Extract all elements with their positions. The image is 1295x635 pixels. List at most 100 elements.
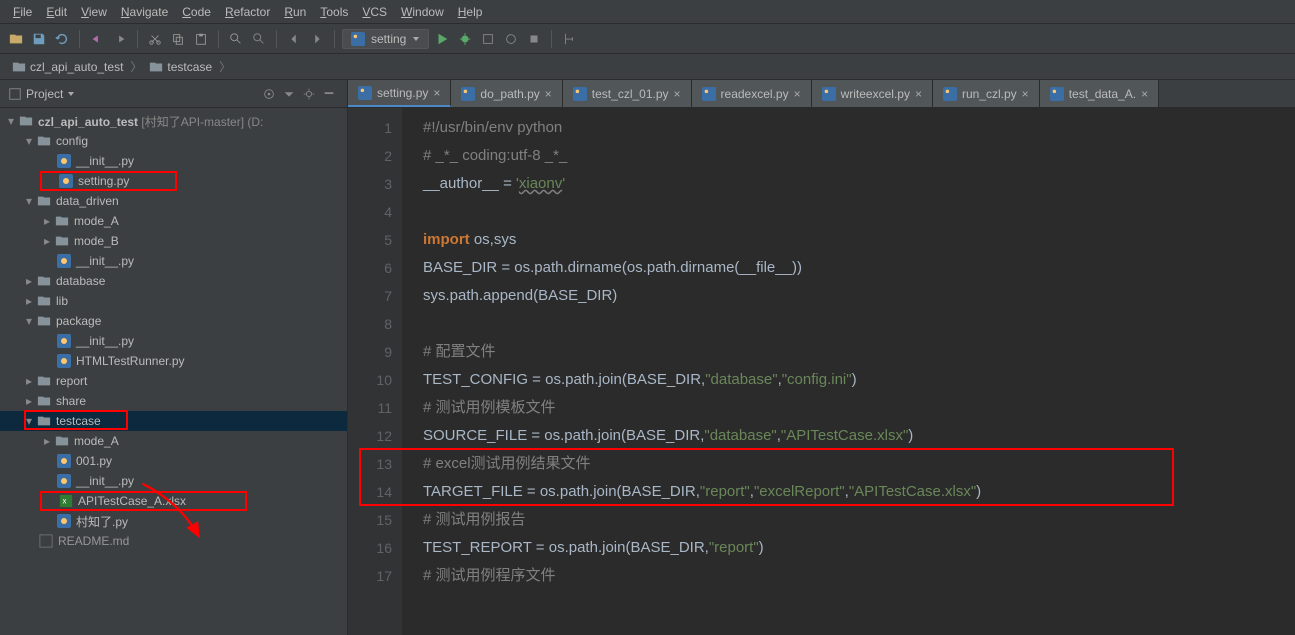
line-number[interactable]: 14 — [354, 478, 392, 506]
vcs-icon[interactable] — [559, 29, 579, 49]
tab-run_czl-py[interactable]: run_czl.py× — [933, 80, 1040, 107]
tab-setting-py[interactable]: setting.py× — [348, 80, 451, 107]
run-config-dropdown[interactable]: setting — [342, 29, 429, 49]
sidebar-title[interactable]: Project — [8, 87, 259, 101]
code-content[interactable]: #!/usr/bin/env python # _*_ coding:utf-8… — [403, 108, 1295, 635]
menu-refactor[interactable]: Refactor — [218, 2, 277, 21]
tab-test_data_A-[interactable]: test_data_A.× — [1040, 80, 1159, 107]
refresh-icon[interactable] — [52, 29, 72, 49]
close-icon[interactable]: × — [794, 87, 801, 101]
line-number[interactable]: 16 — [354, 534, 392, 562]
tree-folder-share[interactable]: ▸share — [0, 391, 347, 411]
collapse-icon[interactable] — [279, 84, 299, 104]
line-number[interactable]: 8 — [354, 310, 392, 338]
autoscroll-icon[interactable] — [259, 84, 279, 104]
line-number[interactable]: 12 — [354, 422, 392, 450]
close-icon[interactable]: × — [1141, 87, 1148, 101]
line-number[interactable]: 6 — [354, 254, 392, 282]
line-number[interactable]: 17 — [354, 562, 392, 590]
menu-vcs[interactable]: VCS — [355, 2, 394, 21]
tree-file-runner[interactable]: HTMLTestRunner.py — [0, 351, 347, 371]
arrow-right-icon: ▸ — [42, 216, 52, 226]
line-number[interactable]: 5 — [354, 226, 392, 254]
menu-window[interactable]: Window — [394, 2, 451, 21]
menu-run[interactable]: Run — [277, 2, 313, 21]
close-icon[interactable]: × — [545, 87, 552, 101]
close-icon[interactable]: × — [915, 87, 922, 101]
line-number[interactable]: 11 — [354, 394, 392, 422]
tree-file-001[interactable]: 001.py — [0, 451, 347, 471]
breadcrumb-item[interactable]: testcase — [143, 58, 218, 76]
folder-icon — [36, 313, 52, 329]
save-icon[interactable] — [29, 29, 49, 49]
line-number[interactable]: 9 — [354, 338, 392, 366]
menu-tools[interactable]: Tools — [313, 2, 355, 21]
tree-folder-database[interactable]: ▸database — [0, 271, 347, 291]
close-icon[interactable]: × — [1022, 87, 1029, 101]
tree-file-init[interactable]: __init__.py — [0, 331, 347, 351]
tree-folder-testcase[interactable]: ▾testcase — [0, 411, 347, 431]
arrow-right-icon: ▸ — [24, 396, 34, 406]
hide-icon[interactable] — [319, 84, 339, 104]
open-icon[interactable] — [6, 29, 26, 49]
python-icon — [56, 513, 72, 529]
line-number[interactable]: 4 — [354, 198, 392, 226]
redo-icon[interactable] — [110, 29, 130, 49]
breadcrumb-root[interactable]: czl_api_auto_test — [6, 58, 129, 76]
python-icon — [1050, 87, 1064, 101]
profile-icon[interactable] — [501, 29, 521, 49]
undo-icon[interactable] — [87, 29, 107, 49]
settings-icon[interactable] — [299, 84, 319, 104]
run-icon[interactable] — [432, 29, 452, 49]
tab-do_path-py[interactable]: do_path.py× — [451, 80, 562, 107]
project-tree[interactable]: ▾czl_api_auto_test [村知了API-master] (D: ▾… — [0, 108, 347, 554]
close-icon[interactable]: × — [674, 87, 681, 101]
tab-test_czl_01-py[interactable]: test_czl_01.py× — [563, 80, 692, 107]
menu-help[interactable]: Help — [451, 2, 490, 21]
debug-icon[interactable] — [455, 29, 475, 49]
line-number[interactable]: 13 — [354, 450, 392, 478]
tree-folder-tc-mode-a[interactable]: ▸mode_A — [0, 431, 347, 451]
tree-file-init[interactable]: __init__.py — [0, 251, 347, 271]
menu-code[interactable]: Code — [175, 2, 218, 21]
menu-view[interactable]: View — [74, 2, 114, 21]
tree-file-cunzhile[interactable]: 村知了.py — [0, 511, 347, 531]
tree-folder-data-driven[interactable]: ▾data_driven — [0, 191, 347, 211]
line-number[interactable]: 10 — [354, 366, 392, 394]
back-icon[interactable] — [284, 29, 304, 49]
tree-file-xlsx[interactable]: xAPITestCase_A.xlsx — [40, 491, 247, 511]
replace-icon[interactable] — [249, 29, 269, 49]
menu-navigate[interactable]: Navigate — [114, 2, 175, 21]
tree-file-setting[interactable]: setting.py — [40, 171, 177, 191]
tree-root[interactable]: ▾czl_api_auto_test [村知了API-master] (D: — [0, 111, 347, 131]
copy-icon[interactable] — [168, 29, 188, 49]
line-number[interactable]: 7 — [354, 282, 392, 310]
tab-readexcel-py[interactable]: readexcel.py× — [692, 80, 812, 107]
line-number[interactable]: 3 — [354, 170, 392, 198]
close-icon[interactable]: × — [433, 86, 440, 100]
tree-folder-config[interactable]: ▾config — [0, 131, 347, 151]
tree-file-readme[interactable]: README.md — [0, 531, 347, 551]
tree-folder-lib[interactable]: ▸lib — [0, 291, 347, 311]
stop-icon[interactable] — [524, 29, 544, 49]
forward-icon[interactable] — [307, 29, 327, 49]
line-number[interactable]: 15 — [354, 506, 392, 534]
tree-folder-mode-b[interactable]: ▸mode_B — [0, 231, 347, 251]
tree-file-init[interactable]: __init__.py — [0, 471, 347, 491]
tree-folder-mode-a[interactable]: ▸mode_A — [0, 211, 347, 231]
line-number[interactable]: 1 — [354, 114, 392, 142]
paste-icon[interactable] — [191, 29, 211, 49]
menu-file[interactable]: File — [6, 2, 39, 21]
tab-writeexcel-py[interactable]: writeexcel.py× — [812, 80, 933, 107]
tree-folder-report[interactable]: ▸report — [0, 371, 347, 391]
separator — [334, 30, 335, 48]
find-icon[interactable] — [226, 29, 246, 49]
menu-edit[interactable]: Edit — [39, 2, 74, 21]
tree-file-init[interactable]: __init__.py — [0, 151, 347, 171]
line-number[interactable]: 2 — [354, 142, 392, 170]
gutter[interactable]: 1234567891011121314151617 — [348, 108, 403, 635]
editor-tabs: setting.py×do_path.py×test_czl_01.py×rea… — [348, 80, 1295, 108]
cut-icon[interactable] — [145, 29, 165, 49]
tree-folder-package[interactable]: ▾package — [0, 311, 347, 331]
coverage-icon[interactable] — [478, 29, 498, 49]
